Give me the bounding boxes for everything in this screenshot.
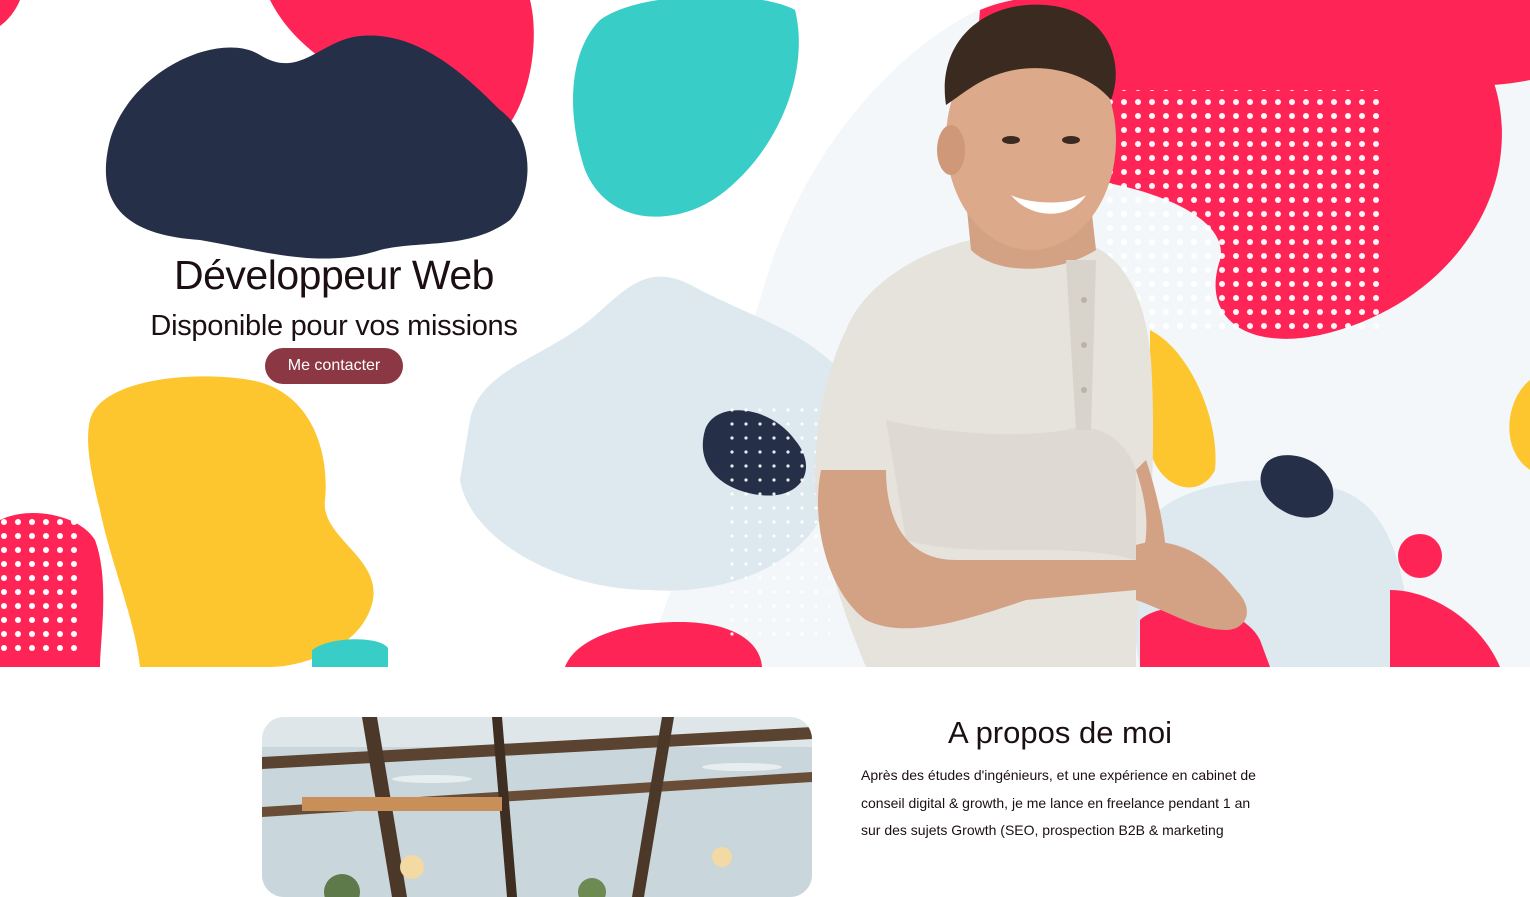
- teal-blob-top: [573, 0, 799, 217]
- about-paragraph: Après des études d'ingénieurs, et une ex…: [861, 767, 1256, 838]
- hero-section: Développeur Web Disponible pour vos miss…: [0, 0, 1530, 667]
- pink-corner-top-left: [0, 0, 20, 26]
- pink-dot-right: [1398, 534, 1442, 578]
- contact-button[interactable]: Me contacter: [265, 348, 403, 384]
- yellow-blob-left: [88, 376, 374, 667]
- about-section: A propos de moi Après des études d'ingén…: [0, 667, 1530, 897]
- office-photo-image: [262, 717, 812, 897]
- hero-subtitle: Disponible pour vos missions: [150, 310, 518, 342]
- hero-title: Développeur Web: [174, 252, 494, 298]
- about-title: A propos de moi: [947, 715, 1173, 750]
- office-photo: [262, 717, 812, 897]
- portrait-photo: [815, 4, 1247, 667]
